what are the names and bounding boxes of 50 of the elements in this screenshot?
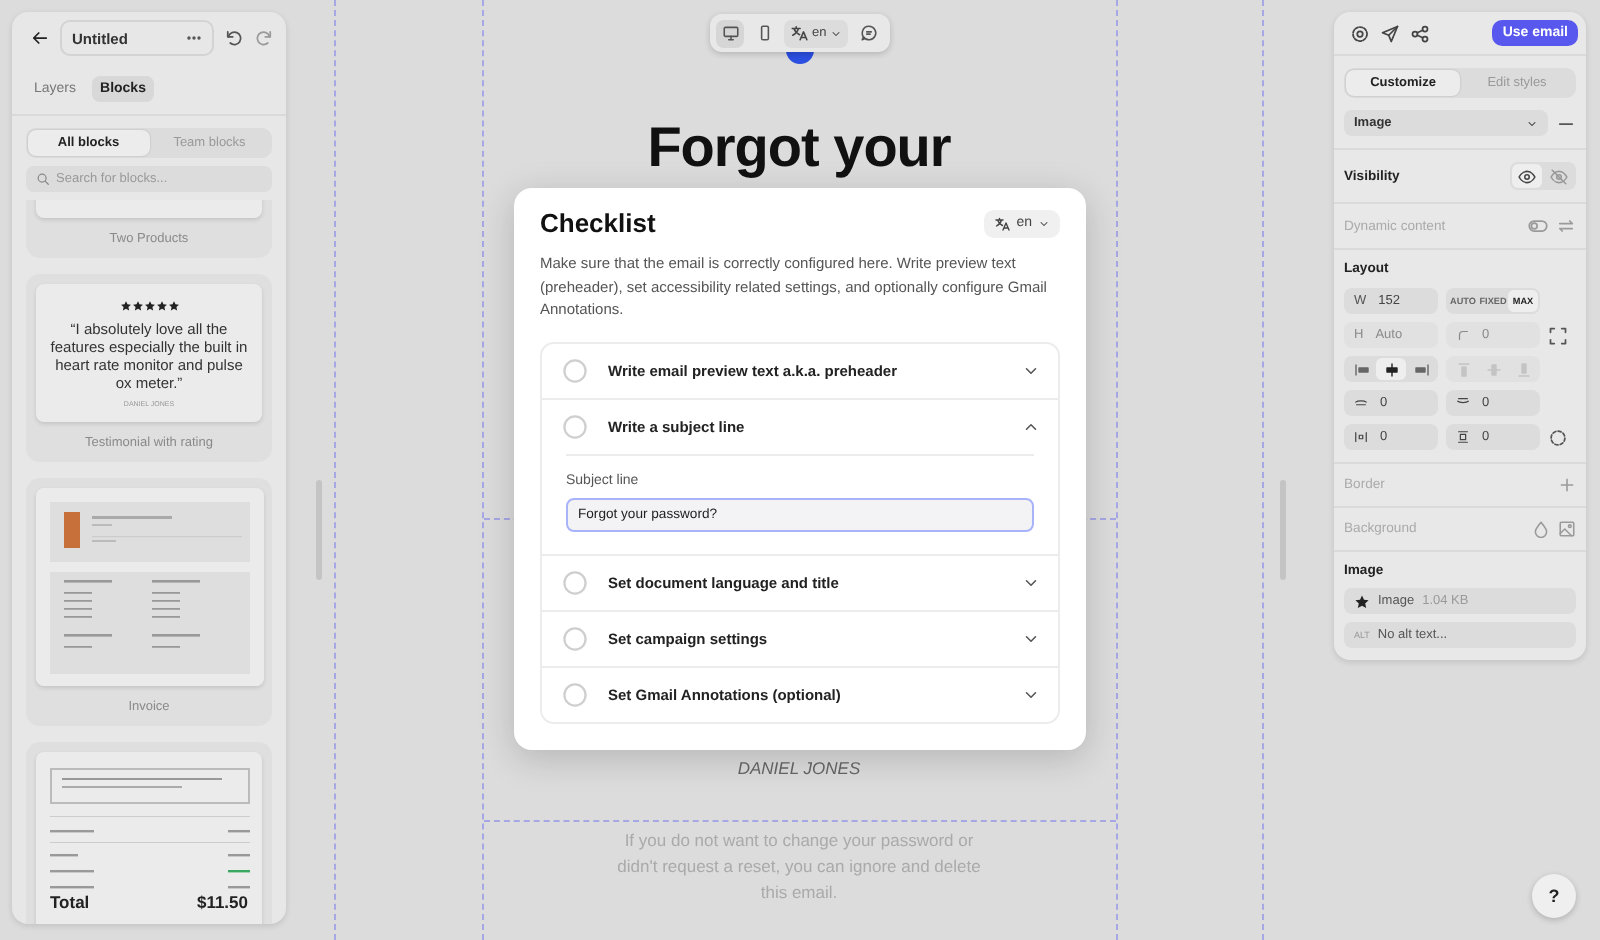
phone-icon xyxy=(755,24,773,42)
align-option[interactable] xyxy=(1376,358,1406,380)
undo-icon[interactable] xyxy=(224,28,244,48)
monitor-icon xyxy=(721,24,739,42)
toggle-icon[interactable] xyxy=(1528,216,1548,236)
redo-icon[interactable] xyxy=(254,28,274,48)
dashed-circle-icon[interactable] xyxy=(1548,427,1568,447)
caret-icon xyxy=(830,27,843,39)
help-button[interactable]: ? xyxy=(1532,874,1576,918)
author-name[interactable]: DANIEL JONES xyxy=(737,758,861,778)
eye-off-icon xyxy=(1550,167,1568,185)
email-heading[interactable]: Forgot your xyxy=(647,116,951,180)
comment-icon xyxy=(859,24,878,42)
translate-icon xyxy=(790,24,808,42)
visibility-option[interactable] xyxy=(1512,164,1542,188)
radius-icon xyxy=(1456,328,1470,342)
padding-y-icon xyxy=(1456,430,1470,444)
star-icon xyxy=(1354,593,1370,609)
total-amount: $11.50 xyxy=(196,892,248,912)
block-card[interactable]: Total $11.50 xyxy=(26,742,272,924)
circle-icon[interactable] xyxy=(562,413,588,439)
image-icon[interactable] xyxy=(1558,520,1576,538)
circle-icon[interactable] xyxy=(562,625,588,651)
loop-icon[interactable] xyxy=(1556,216,1576,236)
circle-icon[interactable] xyxy=(562,357,588,383)
dialog-title: Checklist xyxy=(540,208,656,238)
align-right-icon xyxy=(1413,361,1429,377)
circle-icon[interactable] xyxy=(562,681,588,707)
align-center-icon xyxy=(1383,361,1399,377)
drop-icon[interactable] xyxy=(1532,520,1550,538)
more-dots-icon[interactable] xyxy=(186,30,202,46)
align-middle-icon[interactable] xyxy=(1485,361,1501,377)
align-left-icon xyxy=(1353,361,1369,377)
total-label: Total xyxy=(50,892,90,912)
circle-icon[interactable] xyxy=(562,569,588,595)
align-bottom-icon[interactable] xyxy=(1515,361,1531,377)
share-icon[interactable] xyxy=(1410,23,1430,43)
corners-icon[interactable] xyxy=(1548,325,1568,345)
plus-icon[interactable] xyxy=(1558,476,1576,494)
gear-icon[interactable] xyxy=(1350,23,1370,43)
caret-icon xyxy=(1038,217,1050,229)
back-arrow-icon[interactable] xyxy=(30,28,50,48)
caret-icon xyxy=(1526,117,1538,129)
align-top-icon[interactable] xyxy=(1455,361,1471,377)
translate-icon xyxy=(994,215,1011,231)
send-icon[interactable] xyxy=(1380,23,1400,43)
eye-icon xyxy=(1518,167,1536,185)
padding-top-icon xyxy=(1354,396,1368,410)
desktop-view-button[interactable] xyxy=(716,19,744,47)
padding-x-icon xyxy=(1354,430,1368,444)
